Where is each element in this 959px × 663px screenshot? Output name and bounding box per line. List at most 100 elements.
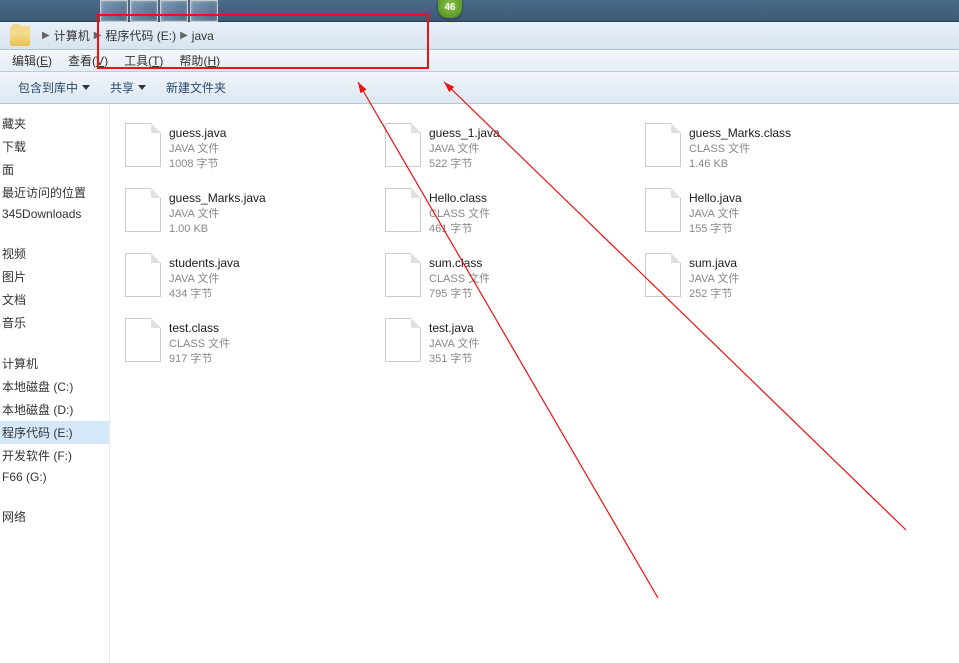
file-type: JAVA 文件 (169, 207, 266, 222)
sidebar-favorite-item[interactable]: 下载 (0, 135, 109, 158)
file-info: Hello.javaJAVA 文件155 字节 (689, 188, 742, 238)
breadcrumb-item[interactable]: 计算机 (54, 27, 90, 44)
file-size: 434 字节 (169, 287, 240, 302)
address-bar: ▶ 计算机 ▶ 程序代码 (E:) ▶ java (0, 22, 959, 50)
window-titlebar: 46 (0, 0, 959, 22)
taskbar-thumbnails (100, 0, 240, 22)
file-info: guess_Marks.classCLASS 文件1.46 KB (689, 123, 791, 173)
file-type: CLASS 文件 (689, 142, 791, 157)
file-name: guess_1.java (429, 125, 500, 142)
notification-badge[interactable]: 46 (438, 0, 462, 18)
sidebar-favorite-item[interactable]: 藏夹 (0, 112, 109, 135)
sidebar-favorite-item[interactable]: 最近访问的位置 (0, 181, 109, 204)
file-size: 1008 字节 (169, 157, 226, 172)
file-info: test.javaJAVA 文件351 字节 (429, 318, 479, 368)
sidebar-drive-item[interactable]: 程序代码 (E:) (0, 421, 109, 444)
sidebar-drive-item[interactable]: 开发软件 (F:) (0, 444, 109, 467)
chevron-right-icon[interactable]: ▶ (94, 30, 102, 41)
file-item[interactable]: test.classCLASS 文件917 字节 (120, 313, 370, 378)
breadcrumb-item[interactable]: 程序代码 (E:) (105, 27, 176, 44)
file-info: students.javaJAVA 文件434 字节 (169, 253, 240, 303)
file-name: test.java (429, 320, 479, 337)
file-size: 351 字节 (429, 352, 479, 367)
sidebar-network-item[interactable]: 网络 (0, 505, 109, 528)
file-type: JAVA 文件 (689, 207, 742, 222)
thumb (160, 0, 188, 22)
file-icon (125, 188, 161, 232)
file-item[interactable]: Hello.javaJAVA 文件155 字节 (640, 183, 890, 248)
breadcrumb-item[interactable]: java (192, 29, 214, 43)
file-icon (125, 253, 161, 297)
file-item[interactable]: guess_Marks.classCLASS 文件1.46 KB (640, 118, 890, 183)
file-info: Hello.classCLASS 文件461 字节 (429, 188, 490, 238)
file-size: 1.46 KB (689, 157, 791, 172)
file-type: JAVA 文件 (429, 337, 479, 352)
file-info: guess_Marks.javaJAVA 文件1.00 KB (169, 188, 266, 238)
chevron-down-icon (82, 85, 90, 90)
chevron-right-icon[interactable]: ▶ (180, 30, 188, 41)
file-name: Hello.class (429, 190, 490, 207)
folder-icon (10, 26, 30, 46)
file-size: 155 字节 (689, 222, 742, 237)
sidebar-library-item[interactable]: 图片 (0, 265, 109, 288)
file-size: 252 字节 (689, 287, 739, 302)
file-type: CLASS 文件 (429, 272, 490, 287)
sidebar-drive-item[interactable]: 本地磁盘 (C:) (0, 375, 109, 398)
file-icon (125, 123, 161, 167)
file-type: JAVA 文件 (169, 142, 226, 157)
sidebar-drive-item[interactable]: 计算机 (0, 352, 109, 375)
file-item[interactable]: sum.classCLASS 文件795 字节 (380, 248, 630, 313)
file-item[interactable]: guess_Marks.javaJAVA 文件1.00 KB (120, 183, 370, 248)
sidebar-favorite-item[interactable]: 345Downloads (0, 204, 109, 224)
file-item[interactable]: test.javaJAVA 文件351 字节 (380, 313, 630, 378)
sidebar-library-item[interactable]: 文档 (0, 288, 109, 311)
sidebar-library-item[interactable]: 音乐 (0, 311, 109, 334)
file-item[interactable]: Hello.classCLASS 文件461 字节 (380, 183, 630, 248)
file-name: Hello.java (689, 190, 742, 207)
file-name: sum.java (689, 255, 739, 272)
sidebar-drive-item[interactable]: F66 (G:) (0, 467, 109, 487)
include-in-library-button[interactable]: 包含到库中 (18, 79, 90, 96)
file-type: JAVA 文件 (169, 272, 240, 287)
file-icon (385, 253, 421, 297)
thumb (100, 0, 128, 22)
file-name: sum.class (429, 255, 490, 272)
new-folder-button[interactable]: 新建文件夹 (166, 79, 226, 96)
file-name: test.class (169, 320, 230, 337)
menu-help[interactable]: 帮助(H) (171, 50, 228, 71)
menu-bar: 编辑(E) 查看(V) 工具(T) 帮助(H) (0, 50, 959, 72)
file-icon (385, 188, 421, 232)
file-name: guess_Marks.java (169, 190, 266, 207)
file-item[interactable]: sum.javaJAVA 文件252 字节 (640, 248, 890, 313)
file-icon (385, 123, 421, 167)
thumb (190, 0, 218, 22)
file-size: 461 字节 (429, 222, 490, 237)
file-icon (645, 188, 681, 232)
command-bar: 包含到库中 共享 新建文件夹 (0, 72, 959, 104)
file-info: guess.javaJAVA 文件1008 字节 (169, 123, 226, 173)
file-item[interactable]: students.javaJAVA 文件434 字节 (120, 248, 370, 313)
file-type: JAVA 文件 (429, 142, 500, 157)
file-list-pane[interactable]: guess.javaJAVA 文件1008 字节guess_1.javaJAVA… (110, 104, 959, 663)
thumb (130, 0, 158, 22)
file-item[interactable]: guess_1.javaJAVA 文件522 字节 (380, 118, 630, 183)
file-name: guess_Marks.class (689, 125, 791, 142)
file-info: test.classCLASS 文件917 字节 (169, 318, 230, 368)
file-name: guess.java (169, 125, 226, 142)
menu-view[interactable]: 查看(V) (60, 50, 116, 71)
sidebar-drive-item[interactable]: 本地磁盘 (D:) (0, 398, 109, 421)
file-type: CLASS 文件 (429, 207, 490, 222)
file-icon (645, 253, 681, 297)
menu-edit[interactable]: 编辑(E) (4, 50, 60, 71)
file-size: 795 字节 (429, 287, 490, 302)
share-button[interactable]: 共享 (110, 79, 146, 96)
menu-tools[interactable]: 工具(T) (116, 50, 171, 71)
file-size: 917 字节 (169, 352, 230, 367)
navigation-pane: 藏夹下载面最近访问的位置345Downloads视频图片文档音乐计算机本地磁盘 … (0, 104, 110, 663)
file-type: CLASS 文件 (169, 337, 230, 352)
sidebar-library-item[interactable]: 视频 (0, 242, 109, 265)
file-info: guess_1.javaJAVA 文件522 字节 (429, 123, 500, 173)
sidebar-favorite-item[interactable]: 面 (0, 158, 109, 181)
chevron-down-icon (138, 85, 146, 90)
file-item[interactable]: guess.javaJAVA 文件1008 字节 (120, 118, 370, 183)
